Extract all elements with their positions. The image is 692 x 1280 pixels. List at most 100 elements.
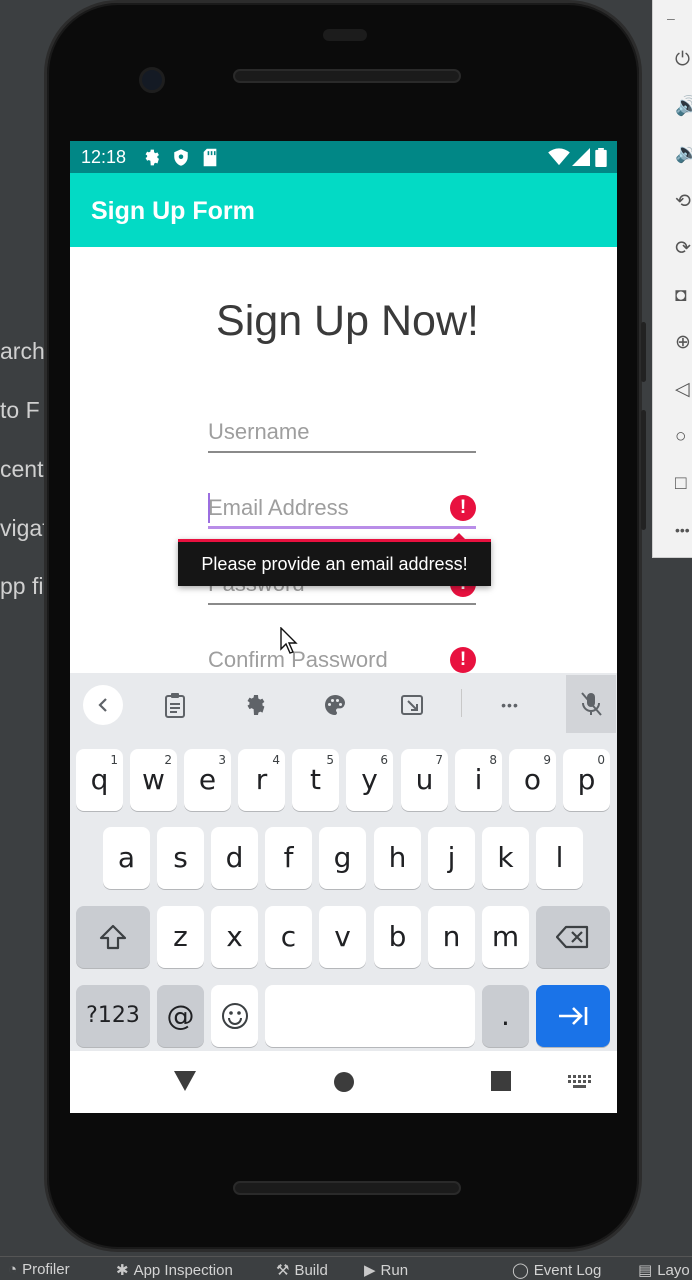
volume-up-icon[interactable]: 🔊: [675, 97, 692, 117]
nav-back-icon[interactable]: [174, 1071, 196, 1091]
zoom-icon[interactable]: ⊕: [675, 333, 691, 353]
at-key[interactable]: @: [157, 985, 204, 1047]
key-q[interactable]: q1: [76, 749, 123, 811]
hammer-icon: ⚒: [276, 1262, 290, 1279]
key-c[interactable]: c: [265, 906, 312, 968]
nav-recents-icon[interactable]: [491, 1071, 511, 1091]
key-k[interactable]: k: [482, 827, 529, 889]
key-p[interactable]: p0: [563, 749, 610, 811]
ide-left-item[interactable]: arch: [0, 338, 45, 365]
volume-side-button[interactable]: [641, 410, 646, 530]
space-key[interactable]: [265, 985, 475, 1047]
status-time: 12:18: [81, 147, 127, 167]
email-field[interactable]: !: [208, 489, 476, 529]
earpiece-speaker: [233, 69, 461, 83]
key-hint: 0: [597, 753, 605, 767]
email-error-icon[interactable]: !: [450, 495, 476, 521]
key-n[interactable]: n: [428, 906, 475, 968]
palette-icon[interactable]: [315, 685, 355, 725]
ide-left-item[interactable]: to F: [0, 397, 40, 424]
chevron-left-icon[interactable]: [83, 685, 123, 725]
run-tab[interactable]: ▶ Run: [364, 1261, 408, 1279]
key-o[interactable]: o9: [509, 749, 556, 811]
layout-tab[interactable]: ▤ Layo: [638, 1261, 690, 1279]
more-icon[interactable]: •••: [675, 520, 690, 540]
key-hint: 8: [489, 753, 497, 767]
key-a[interactable]: a: [103, 827, 150, 889]
minimize-button[interactable]: –: [667, 8, 675, 28]
profiler-tab[interactable]: ◔ Profiler: [8, 1261, 70, 1278]
ide-left-item[interactable]: vigat: [0, 515, 49, 542]
bottom-speaker: [233, 1181, 461, 1195]
key-x[interactable]: x: [211, 906, 258, 968]
key-v[interactable]: v: [319, 906, 366, 968]
nav-home-icon[interactable]: [333, 1071, 355, 1093]
clipboard-icon[interactable]: [155, 685, 195, 725]
ide-left-item[interactable]: cent: [0, 456, 43, 483]
key-hint: 2: [164, 753, 172, 767]
key-hint: 4: [272, 753, 280, 767]
key-j[interactable]: j: [428, 827, 475, 889]
sd-card-icon: [203, 148, 217, 167]
key-t[interactable]: t5: [292, 749, 339, 811]
next-field-key[interactable]: [536, 985, 610, 1047]
key-label: t: [310, 763, 321, 796]
keyboard-toolbar: •••: [70, 673, 617, 735]
symbols-key[interactable]: ?123: [76, 985, 150, 1047]
rotate-left-icon[interactable]: ⟲: [675, 192, 691, 212]
tab-next-icon: [559, 1007, 588, 1025]
shift-key[interactable]: [76, 906, 150, 968]
key-d[interactable]: d: [211, 827, 258, 889]
username-input[interactable]: [208, 417, 438, 447]
key-label: w: [142, 763, 165, 796]
resize-keyboard-icon[interactable]: [392, 685, 432, 725]
app-inspection-tab[interactable]: ✱ App Inspection: [116, 1261, 233, 1279]
confirm-password-input[interactable]: [208, 645, 438, 675]
key-y[interactable]: y6: [346, 749, 393, 811]
power-side-button[interactable]: [641, 322, 646, 382]
ide-bottom-toolbar: ◔ Profiler ✱ App Inspection ⚒ Build ▶ Run ◯ E…: [0, 1256, 692, 1280]
key-s[interactable]: s: [157, 827, 204, 889]
backspace-key[interactable]: [536, 906, 610, 968]
key-u[interactable]: u7: [401, 749, 448, 811]
email-input[interactable]: [208, 493, 438, 523]
key-g[interactable]: g: [319, 827, 366, 889]
key-label: y: [361, 763, 378, 796]
power-icon[interactable]: ⏻: [675, 50, 690, 70]
emoji-key[interactable]: [211, 985, 258, 1047]
more-options-icon[interactable]: •••: [490, 685, 530, 725]
key-m[interactable]: m: [482, 906, 529, 968]
build-tab[interactable]: ⚒ Build: [276, 1261, 328, 1279]
key-i[interactable]: i8: [455, 749, 502, 811]
text-caret: [208, 493, 210, 523]
error-tooltip: Please provide an email address!: [178, 533, 491, 586]
username-field[interactable]: [208, 413, 476, 453]
gear-icon[interactable]: [235, 685, 275, 725]
ide-left-item[interactable]: pp fil: [0, 573, 49, 600]
key-z[interactable]: z: [157, 906, 204, 968]
key-h[interactable]: h: [374, 827, 421, 889]
run-icon: ▶: [364, 1262, 376, 1279]
volume-down-icon[interactable]: 🔉: [675, 144, 692, 164]
key-label: u: [415, 763, 434, 796]
gauge-icon: ◔: [8, 1261, 18, 1278]
wifi-icon: [548, 148, 570, 166]
rotate-right-icon[interactable]: ⟳: [675, 239, 691, 259]
period-key[interactable]: .: [482, 985, 529, 1047]
key-b[interactable]: b: [374, 906, 421, 968]
keyboard-switch-icon[interactable]: [568, 1075, 592, 1089]
key-hint: 5: [326, 753, 334, 767]
mic-off-icon[interactable]: [566, 675, 616, 733]
confirm-password-error-icon[interactable]: !: [450, 647, 476, 673]
key-f[interactable]: f: [265, 827, 312, 889]
key-l[interactable]: l: [536, 827, 583, 889]
key-r[interactable]: r4: [238, 749, 285, 811]
event-log-tab[interactable]: ◯ Event Log: [512, 1261, 601, 1279]
home-icon[interactable]: ○: [675, 427, 686, 447]
key-e[interactable]: e3: [184, 749, 231, 811]
overview-icon[interactable]: □: [675, 474, 686, 494]
camera-icon[interactable]: ◘: [675, 286, 686, 306]
key-w[interactable]: w2: [130, 749, 177, 811]
back-icon[interactable]: ◁: [675, 380, 690, 400]
battery-icon: [595, 148, 607, 167]
